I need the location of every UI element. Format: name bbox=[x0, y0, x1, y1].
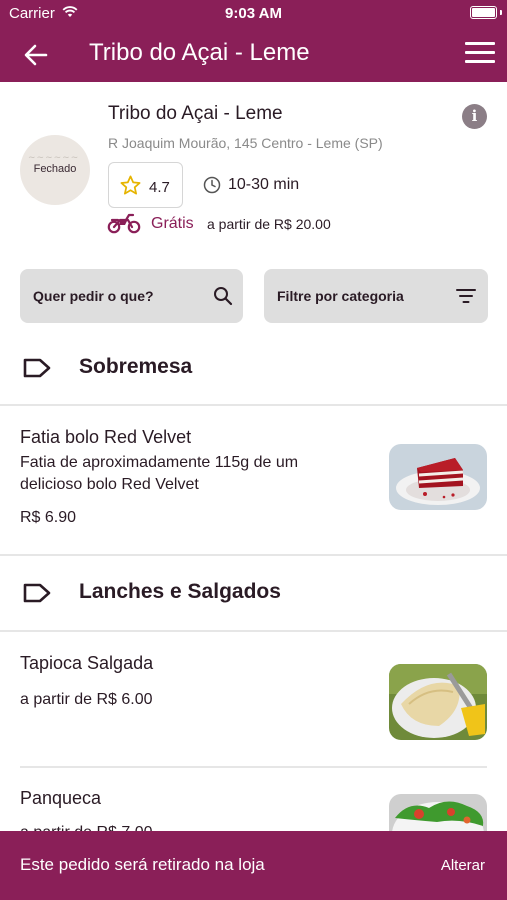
pickup-message: Este pedido será retirado na loja bbox=[20, 855, 265, 874]
product-name: Panqueca bbox=[20, 788, 102, 808]
product-description: Fatia de aproximadamente 115g de um deli… bbox=[20, 454, 299, 493]
product-item[interactable]: Tapioca Salgada a partir de R$ 6.00 bbox=[0, 632, 507, 764]
nav-bar: Tribo do Açai - Leme bbox=[0, 27, 507, 82]
tag-icon bbox=[23, 583, 51, 603]
product-image-red-velvet bbox=[389, 444, 487, 510]
pickup-bar: Este pedido será retirado na loja Altera… bbox=[0, 831, 507, 900]
battery-icon bbox=[470, 6, 497, 19]
category-filter[interactable]: Filtre por categoria bbox=[264, 269, 488, 323]
product-name: Fatia bolo Red Velvet bbox=[20, 427, 192, 447]
rating-badge: 4.7 bbox=[108, 162, 183, 208]
clock-time: 9:03 AM bbox=[225, 5, 282, 22]
hamburger-menu-icon[interactable] bbox=[465, 42, 495, 66]
product-image-tapioca bbox=[389, 664, 487, 740]
section-divider bbox=[0, 554, 507, 556]
store-name: Tribo do Açai - Leme bbox=[108, 103, 283, 124]
product-name: Tapioca Salgada bbox=[20, 653, 154, 673]
page-title: Tribo do Açai - Leme bbox=[89, 39, 310, 66]
info-icon[interactable]: i bbox=[462, 104, 487, 129]
battery-tip bbox=[500, 10, 502, 15]
motorcycle-icon bbox=[107, 213, 141, 234]
search-icon bbox=[214, 287, 233, 306]
store-logo: ~~~~~~ Fechado bbox=[20, 135, 90, 205]
filter-icon bbox=[456, 289, 476, 303]
section-title: Sobremesa bbox=[79, 355, 193, 378]
section-header-lanches: Lanches e Salgados bbox=[0, 558, 507, 628]
product-price: R$ 6.90 bbox=[20, 509, 77, 526]
delivery-fee: Grátis bbox=[151, 215, 194, 232]
section-header-sobremesa: Sobremesa bbox=[0, 333, 507, 403]
status-bar: Carrier 9:03 AM bbox=[0, 0, 507, 27]
store-closed-label: Fechado bbox=[33, 163, 77, 175]
logo-watermark: ~~~~~~ bbox=[28, 153, 80, 163]
app-screen: Carrier 9:03 AM Tribo do Açai - Leme ~~~… bbox=[0, 0, 507, 900]
product-price: a partir de R$ 6.00 bbox=[20, 691, 153, 708]
filter-label: Filtre por categoria bbox=[277, 288, 404, 304]
change-order-type-button[interactable]: Alterar bbox=[441, 857, 485, 874]
product-item[interactable]: Fatia bolo Red Velvet Fatia de aproximad… bbox=[0, 406, 507, 554]
search-placeholder: Quer pedir o que? bbox=[33, 288, 154, 304]
tag-icon bbox=[23, 358, 51, 378]
product-item[interactable]: Panqueca a partir de R$ 7.00 bbox=[0, 768, 507, 870]
star-icon bbox=[120, 175, 141, 195]
section-title: Lanches e Salgados bbox=[79, 580, 281, 603]
arrow-left-icon[interactable] bbox=[22, 41, 50, 69]
minimum-order: a partir de R$ 20.00 bbox=[207, 216, 331, 232]
clock-icon bbox=[203, 176, 221, 194]
rating-value: 4.7 bbox=[149, 179, 170, 196]
delivery-time: 10-30 min bbox=[228, 176, 300, 193]
store-address: R Joaquim Mourão, 145 Centro - Leme (SP) bbox=[108, 135, 383, 151]
search-input[interactable]: Quer pedir o que? bbox=[20, 269, 243, 323]
